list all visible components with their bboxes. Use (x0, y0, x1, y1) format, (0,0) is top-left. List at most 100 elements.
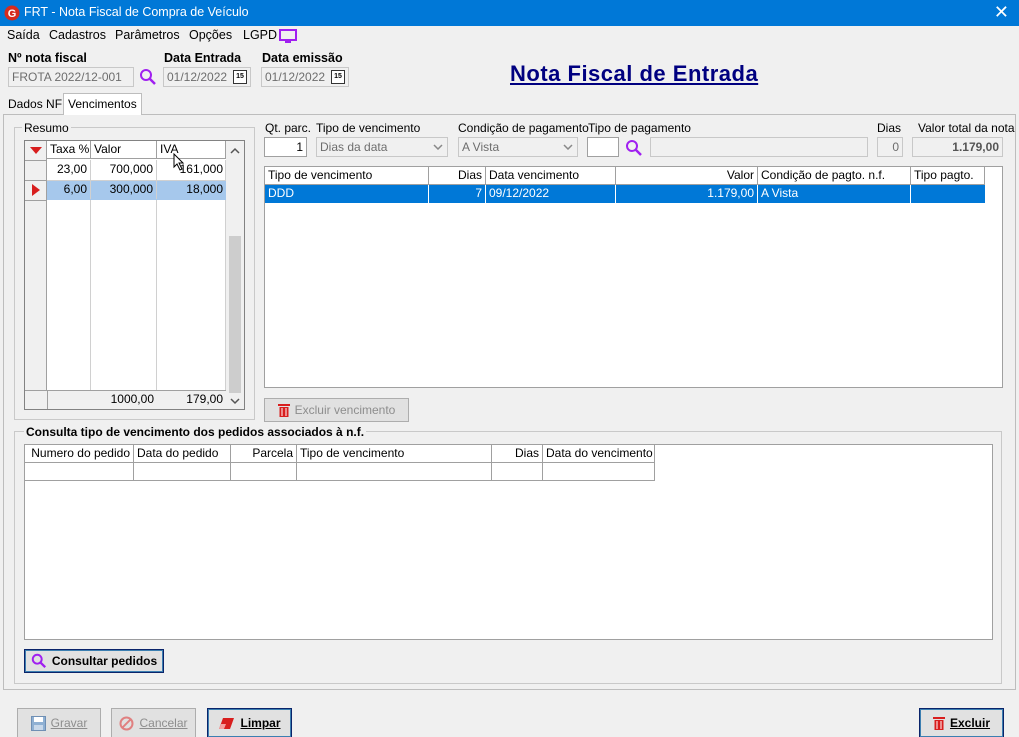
cancel-icon (119, 716, 134, 730)
col-parcela[interactable]: Parcela (231, 445, 297, 463)
scroll-up-icon[interactable] (230, 147, 240, 154)
tipo-vencimento-select[interactable]: Dias da data (316, 137, 448, 157)
col-dias[interactable]: Dias (429, 167, 486, 185)
dias-label: Dias (877, 121, 902, 135)
chevron-down-icon[interactable] (433, 144, 443, 150)
limpar-button[interactable]: Limpar (207, 708, 292, 737)
table-row[interactable]: 6,00 300,000 18,000 (47, 181, 226, 200)
cancelar-label: Cancelar (139, 716, 188, 730)
col-valor[interactable]: Valor (91, 141, 157, 159)
col-data-vencimento[interactable]: Data do vencimento (543, 445, 655, 463)
col-tipo-vencimento[interactable]: Tipo de vencimento (265, 167, 429, 185)
data-emissao-label: Data emissão (262, 51, 343, 65)
col-data-pedido[interactable]: Data do pedido (134, 445, 231, 463)
page-title: Nota Fiscal de Entrada (510, 61, 759, 86)
svg-text:G: G (8, 8, 17, 20)
cell-tipo-pagto (911, 185, 985, 203)
vertical-scrollbar[interactable] (226, 141, 244, 409)
trash-icon (932, 717, 945, 730)
col-condicao[interactable]: Condição de pagto. n.f. (758, 167, 911, 185)
col-valor[interactable]: Valor (616, 167, 758, 185)
trash-icon (277, 404, 290, 417)
vencimentos-grid: Tipo de vencimento Dias Data vencimento … (264, 166, 1003, 388)
chevron-down-icon[interactable] (563, 144, 573, 150)
row-pointer-icon (32, 184, 40, 196)
monitor-icon[interactable] (279, 29, 297, 43)
eraser-icon (219, 717, 235, 729)
excluir-button[interactable]: Excluir (919, 708, 1004, 737)
gravar-button[interactable]: Gravar (17, 708, 101, 737)
col-tipo-pagto[interactable]: Tipo pagto. (911, 167, 985, 185)
total-valor: 1000,00 (110, 392, 154, 406)
total-iva: 179,00 (186, 392, 223, 406)
col-numero-pedido[interactable]: Numero do pedido (25, 445, 134, 463)
qt-parc-field[interactable]: 1 (264, 137, 307, 157)
cell-tipo: DDD (265, 185, 429, 203)
dropdown-arrow-icon[interactable] (30, 147, 42, 155)
col-data-vencimento[interactable]: Data vencimento (486, 167, 616, 185)
search-icon[interactable] (139, 68, 157, 86)
scroll-down-icon[interactable] (230, 398, 240, 405)
excluir-vencimento-label: Excluir vencimento (294, 403, 396, 417)
cell-iva: 18,000 (186, 182, 223, 196)
condicao-pagamento-select[interactable]: A Vista (458, 137, 578, 157)
cell-taxa: 6,00 (47, 181, 91, 199)
dias-field[interactable]: 0 (877, 137, 903, 157)
valor-total-label: Valor total da nota (918, 121, 1015, 135)
col-iva[interactable]: IVA (157, 141, 226, 159)
save-icon (30, 715, 46, 731)
tab-dados-nf[interactable]: Dados NF (4, 94, 66, 114)
cell-iva: 161,000 (179, 162, 223, 176)
table-row[interactable]: DDD 7 09/12/2022 1.179,00 A Vista (265, 185, 985, 203)
valor-total-field: 1.179,00 (912, 137, 1003, 157)
consultar-pedidos-label: Consultar pedidos (51, 654, 158, 668)
tipo-pagamento-label: Tipo de pagamento (588, 121, 691, 135)
table-row[interactable] (25, 463, 655, 481)
menu-saida[interactable]: Saída (7, 28, 40, 42)
col-tipo-vencimento[interactable]: Tipo de vencimento (297, 445, 492, 463)
nota-fiscal-field[interactable]: FROTA 2022/12-001 (8, 67, 134, 87)
calendar-icon[interactable]: 15 (331, 70, 345, 84)
search-icon[interactable] (625, 139, 643, 157)
tipo-vencimento-label: Tipo de vencimento (316, 121, 421, 135)
cell-dias: 7 (429, 185, 486, 203)
cell-valor: 700,000 (91, 161, 157, 179)
tipo-pagamento-code[interactable] (587, 137, 619, 157)
cell-valor: 300,000 (91, 181, 157, 199)
excluir-vencimento-button[interactable]: Excluir vencimento (264, 398, 409, 422)
menu-parametros[interactable]: Parâmetros (115, 28, 180, 42)
mouse-cursor-icon (173, 153, 185, 171)
title-bar: G FRT - Nota Fiscal de Compra de Veículo… (0, 0, 1019, 26)
calendar-icon[interactable]: 15 (233, 70, 247, 84)
tab-vencimentos[interactable]: Vencimentos (63, 93, 142, 115)
window-title: FRT - Nota Fiscal de Compra de Veículo (24, 5, 249, 19)
data-entrada-label: Data Entrada (164, 51, 242, 65)
condicao-pagamento-label: Condição de pagamento (458, 121, 589, 135)
resumo-title: Resumo (22, 121, 71, 135)
nota-fiscal-label: Nº nota fiscal (8, 51, 87, 65)
cancelar-button[interactable]: Cancelar (111, 708, 196, 737)
menu-cadastros[interactable]: Cadastros (49, 28, 106, 42)
tipo-pagamento-desc (650, 137, 868, 157)
col-taxa[interactable]: Taxa % (47, 141, 91, 159)
menu-opcoes[interactable]: Opções (189, 28, 232, 42)
excluir-label: Excluir (949, 716, 991, 730)
cell-taxa: 23,00 (47, 161, 91, 179)
close-icon[interactable]: ✕ (994, 2, 1009, 22)
limpar-label: Limpar (240, 716, 281, 730)
app-logo-icon: G (4, 5, 20, 21)
table-row[interactable]: 23,00 700,000 161,000 (47, 161, 226, 180)
consulta-grid: Numero do pedido Data do pedido Parcela … (24, 444, 993, 640)
search-icon (31, 653, 46, 669)
col-dias[interactable]: Dias (492, 445, 543, 463)
scroll-thumb[interactable] (229, 236, 241, 393)
cell-condicao: A Vista (758, 185, 911, 203)
qt-parc-label: Qt. parc. (265, 121, 312, 135)
resumo-grid: Taxa % Valor IVA 23,00 700,000 161,000 6… (24, 140, 245, 410)
menu-lgpd[interactable]: LGPD (243, 28, 277, 42)
cell-valor: 1.179,00 (616, 185, 758, 203)
menu-bar: Saída Cadastros Parâmetros Opções LGPD (0, 26, 1019, 46)
cell-data: 09/12/2022 (486, 185, 616, 203)
gravar-label: Gravar (50, 716, 88, 730)
consultar-pedidos-button[interactable]: Consultar pedidos (24, 649, 164, 673)
